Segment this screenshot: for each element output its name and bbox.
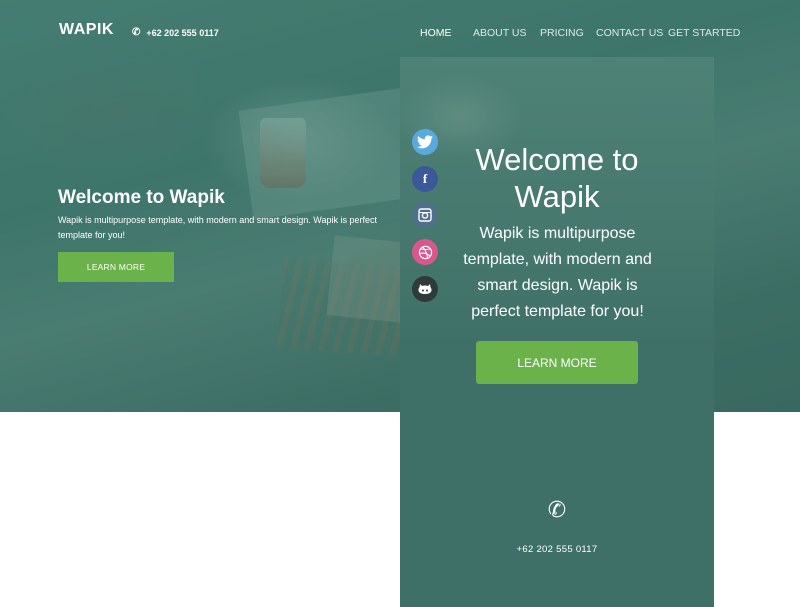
nav-about-us[interactable]: ABOUT US [473,27,526,39]
nav-home[interactable]: HOME [420,27,452,39]
mobile-title-line: Wapik [514,179,600,214]
github-icon[interactable] [412,276,438,302]
nav-pricing[interactable]: PRICING [540,27,584,39]
mobile-hero-title: Welcome to Wapik [400,141,714,215]
main-nav: HOME ABOUT US PRICING CONTACT US GET STA… [0,27,800,41]
mobile-title-line: Welcome to [475,142,639,177]
mobile-learn-more-button[interactable]: LEARN MORE [476,341,638,384]
learn-more-button[interactable]: LEARN MORE [58,252,174,282]
nav-get-started[interactable]: GET STARTED [668,27,740,39]
phone-icon: ✆ [547,497,567,522]
dribbble-icon[interactable] [412,239,438,265]
nav-contact-us[interactable]: CONTACT US [596,27,663,39]
hero-description: Wapik is multipurpose template, with mod… [58,215,377,240]
mobile-preview: f Welcome to Wapik Wapik is multipurpose… [400,57,714,607]
hero-title: Welcome to Wapik [58,187,225,208]
mobile-phone-number: +62 202 555 0117 [516,544,598,555]
mobile-hero-description: Wapik is multipurpose template, with mod… [463,225,652,320]
